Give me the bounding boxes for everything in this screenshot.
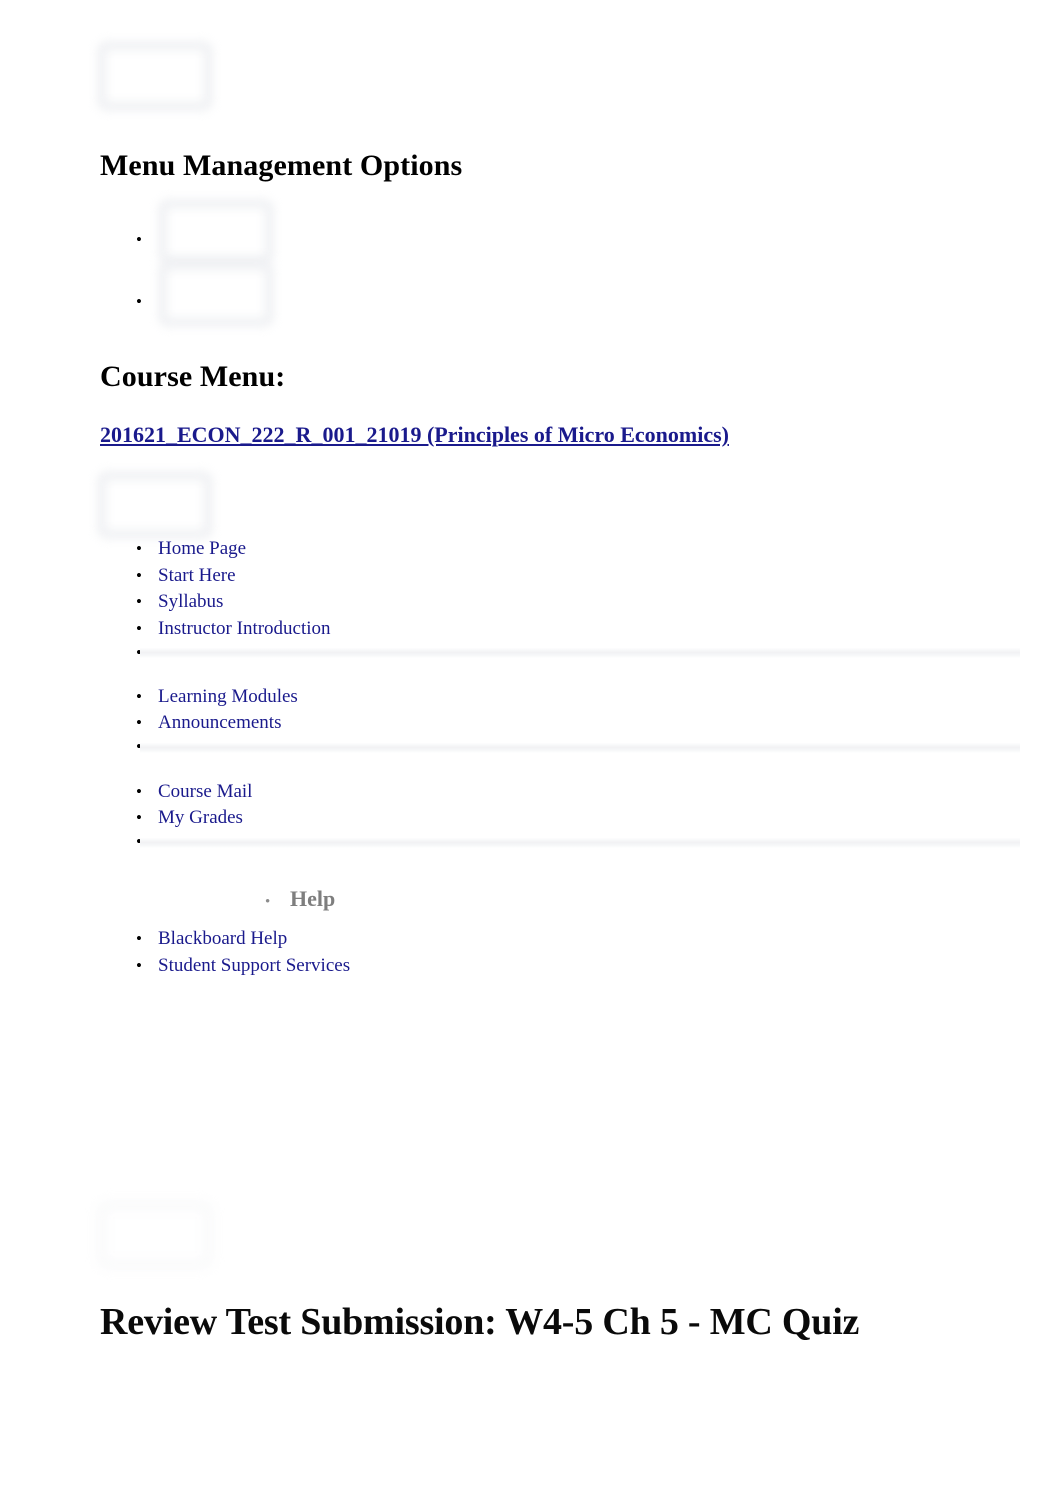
bullet-icon: • bbox=[136, 230, 142, 249]
menu-group-divider bbox=[140, 743, 1020, 753]
sidebar-item-label: Course Mail bbox=[158, 781, 253, 802]
sidebar-item-start-here[interactable]: • Start Here bbox=[136, 565, 236, 587]
sidebar-item-label: Learning Modules bbox=[158, 686, 298, 707]
bullet-icon: • bbox=[136, 713, 142, 732]
bullet-icon: • bbox=[136, 808, 142, 827]
bullet-icon: • bbox=[136, 566, 142, 585]
missing-image-placeholder-course-menu-header bbox=[98, 472, 212, 538]
sidebar-item-my-grades[interactable]: • My Grades bbox=[136, 807, 243, 829]
sidebar-item-label: Student Support Services bbox=[158, 955, 351, 976]
sidebar-item-label: My Grades bbox=[158, 807, 243, 828]
sidebar-item-divider-placeholder: • bbox=[136, 644, 159, 661]
missing-image-placeholder-menu-option-1 bbox=[159, 200, 273, 264]
bullet-icon: • bbox=[136, 292, 142, 311]
course-menu-heading: Course Menu: bbox=[100, 360, 286, 393]
sidebar-item-course-mail[interactable]: • Course Mail bbox=[136, 781, 252, 803]
menu-group-divider bbox=[140, 648, 1020, 658]
menu-management-options-heading: Menu Management Options bbox=[100, 149, 463, 182]
missing-image-placeholder-menu-option-2 bbox=[159, 262, 273, 326]
bullet-icon: • bbox=[136, 832, 142, 851]
menu-group-divider bbox=[140, 838, 1020, 848]
bullet-icon: • bbox=[136, 929, 142, 948]
sidebar-item-announcements[interactable]: • Announcements bbox=[136, 712, 281, 734]
sidebar-item-divider-placeholder: • bbox=[136, 833, 159, 850]
missing-image-placeholder-top-logo bbox=[98, 42, 212, 110]
sidebar-item-instructor-introduction[interactable]: • Instructor Introduction bbox=[136, 618, 331, 640]
bullet-icon: • bbox=[136, 619, 142, 638]
bullet-icon: • bbox=[136, 592, 142, 611]
bullet-icon: • bbox=[136, 539, 142, 558]
bullet-icon: • bbox=[136, 737, 142, 756]
course-link[interactable]: 201621_ECON_222_R_001_21019 (Principles … bbox=[100, 422, 729, 448]
sidebar-item-home-page[interactable]: • Home Page bbox=[136, 538, 246, 560]
sidebar-item-divider-placeholder: • bbox=[136, 738, 159, 755]
sidebar-item-label: Start Here bbox=[158, 565, 236, 586]
sidebar-item-student-support-services[interactable]: • Student Support Services bbox=[136, 955, 350, 977]
sidebar-item-label: Blackboard Help bbox=[158, 928, 288, 949]
help-section-heading: • Help bbox=[265, 886, 335, 912]
bullet-icon: • bbox=[136, 687, 142, 706]
missing-image-placeholder-content-header bbox=[98, 1202, 212, 1268]
page-title: Review Test Submission: W4-5 Ch 5 - MC Q… bbox=[100, 1301, 860, 1343]
sidebar-item-label: Home Page bbox=[158, 538, 247, 559]
sidebar-item-label: Announcements bbox=[158, 712, 282, 733]
sidebar-item-label: Instructor Introduction bbox=[158, 618, 331, 639]
sidebar-item-learning-modules[interactable]: • Learning Modules bbox=[136, 686, 298, 708]
sidebar-item-label: Syllabus bbox=[158, 591, 224, 612]
bullet-icon: • bbox=[136, 643, 142, 662]
sidebar-item-syllabus[interactable]: • Syllabus bbox=[136, 591, 223, 613]
sidebar-item-blackboard-help[interactable]: • Blackboard Help bbox=[136, 928, 287, 950]
menu-management-option-item[interactable]: • bbox=[136, 231, 159, 248]
menu-management-option-item[interactable]: • bbox=[136, 293, 159, 310]
bullet-icon: • bbox=[136, 782, 142, 801]
bullet-icon: • bbox=[136, 956, 142, 975]
document-page: Menu Management Options • • Course Menu:… bbox=[0, 0, 1062, 1506]
help-section-label: Help bbox=[290, 886, 336, 911]
bullet-icon: • bbox=[265, 894, 271, 910]
